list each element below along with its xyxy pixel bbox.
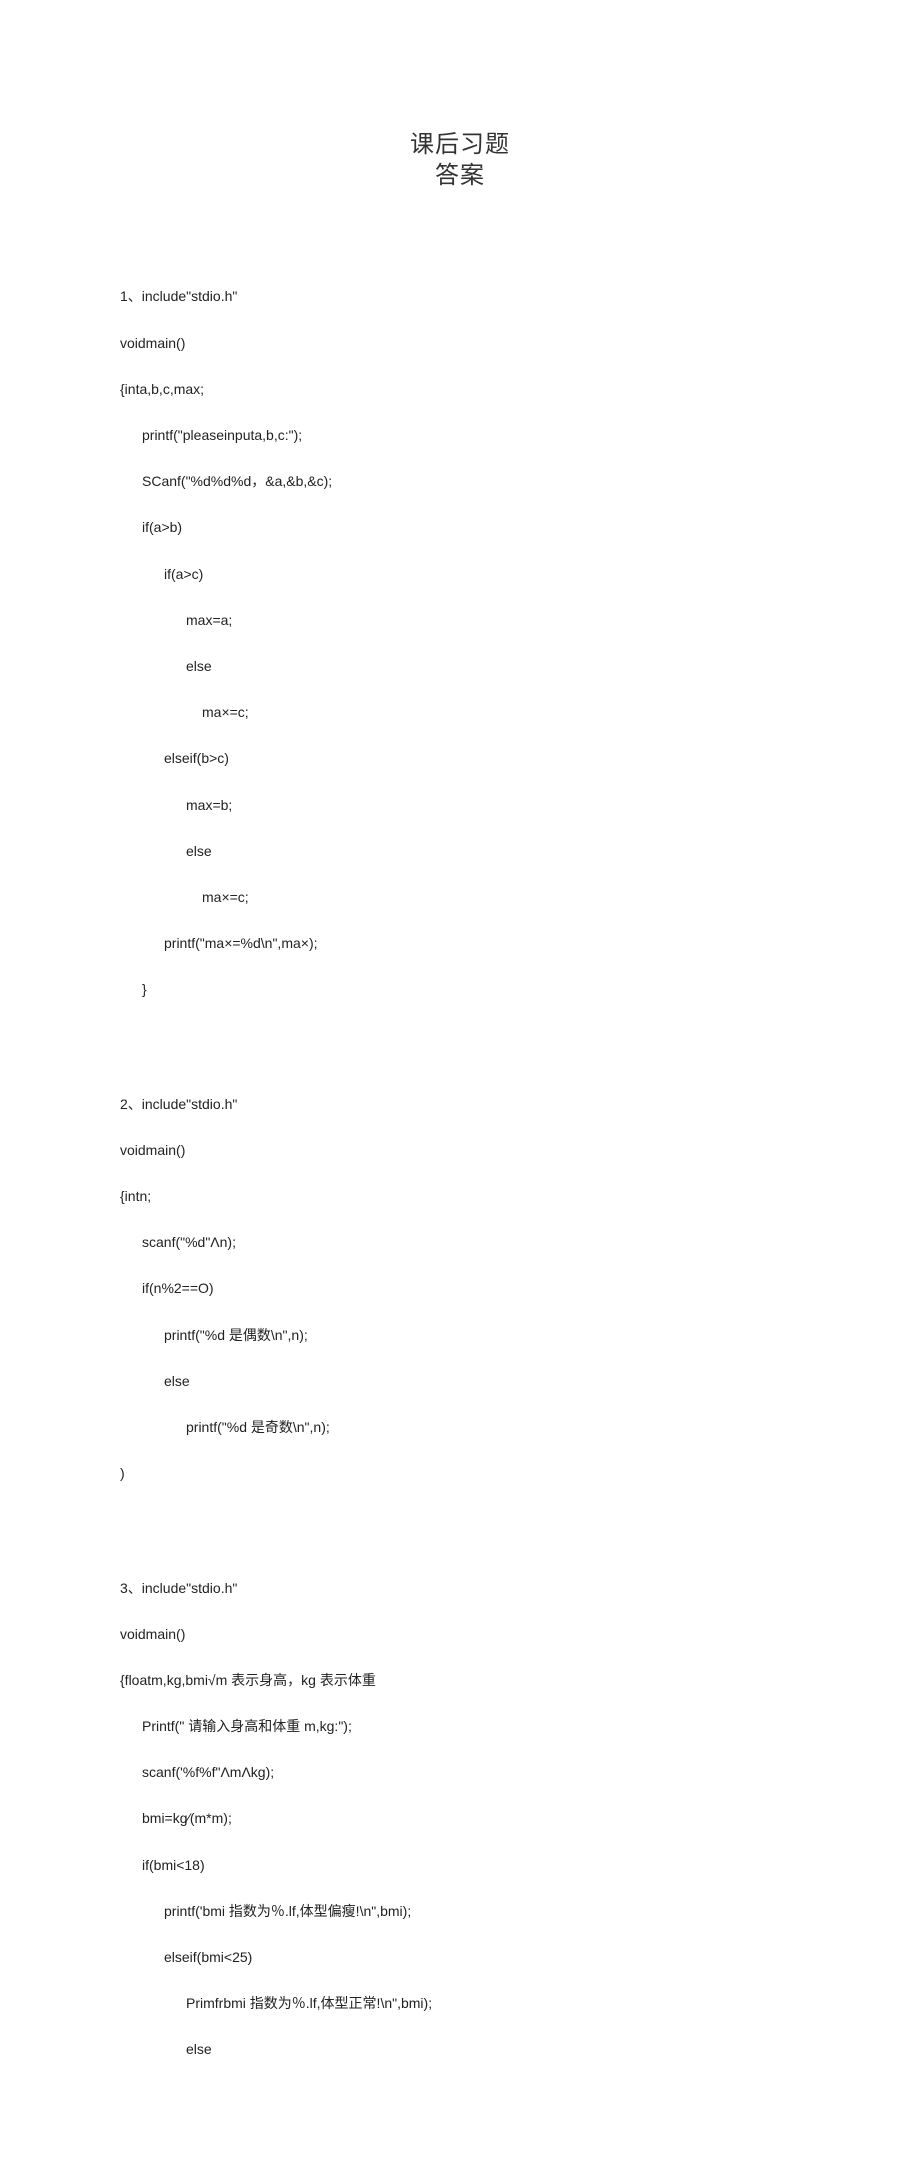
code-line: scanf("%d"Λn); (120, 1231, 800, 1254)
code-line: printf("pleaseinputa,b,c:"); (120, 424, 800, 447)
code-line: voidmain() (120, 1623, 800, 1646)
document-page: 课后习题 答案 1、include"stdio.h" voidmain() {i… (0, 0, 920, 2180)
code-line: printf("%d 是奇数\n",n); (120, 1416, 800, 1439)
code-block-1: 1、include"stdio.h" voidmain() {inta,b,c,… (120, 262, 800, 1047)
code-line: else (120, 1370, 800, 1393)
code-line: } (120, 978, 800, 1001)
code-line: ma×=c; (120, 701, 800, 724)
code-line: 1、include"stdio.h" (120, 285, 800, 308)
code-line: elseif(bmi<25) (120, 1946, 800, 1969)
code-line: else (120, 655, 800, 678)
code-block-3: 3、include"stdio.h" voidmain() {floatm,kg… (120, 1553, 800, 2107)
code-line: if(a>b) (120, 516, 800, 539)
code-line: if(bmi<18) (120, 1854, 800, 1877)
code-line: {floatm,kg,bmi√m 表示身高，kg 表示体重 (120, 1669, 800, 1692)
code-line: {inta,b,c,max; (120, 378, 800, 401)
code-line: {intn; (120, 1185, 800, 1208)
title-line-2: 答案 (120, 161, 800, 192)
code-line: Primfrbmi 指数为％.lf,体型正常!\n",bmi); (120, 1992, 800, 2015)
code-line: ) (120, 1462, 800, 1485)
code-line: ma×=c; (120, 886, 800, 909)
code-line: elseif(b>c) (120, 747, 800, 770)
code-line: SCanf("%d%d%d，&a,&b,&c); (120, 470, 800, 493)
code-line: if(n%2==O) (120, 1277, 800, 1300)
code-line: scanf('%f%f"ΛmΛkg); (120, 1761, 800, 1784)
code-line: 2、include"stdio.h" (120, 1093, 800, 1116)
code-line: 3、include"stdio.h" (120, 1577, 800, 1600)
code-line: else (120, 2038, 800, 2061)
code-line: max=a; (120, 609, 800, 632)
code-line: voidmain() (120, 332, 800, 355)
title-line-1: 课后习题 (120, 130, 800, 161)
code-line: printf('bmi 指数为％.lf,体型偏瘦!\n",bmi); (120, 1900, 800, 1923)
code-line: Printf(" 请输入身高和体重 m,kg:"); (120, 1715, 800, 1738)
code-line: printf("ma×=%d\n",ma×); (120, 932, 800, 955)
code-line: voidmain() (120, 1139, 800, 1162)
code-line: if(a>c) (120, 563, 800, 586)
code-line: bmi=kg∕(m*m); (120, 1807, 800, 1830)
code-line: printf("%d 是偶数\n",n); (120, 1324, 800, 1347)
page-title: 课后习题 答案 (120, 130, 800, 192)
code-line: else (120, 840, 800, 863)
code-line: max=b; (120, 794, 800, 817)
